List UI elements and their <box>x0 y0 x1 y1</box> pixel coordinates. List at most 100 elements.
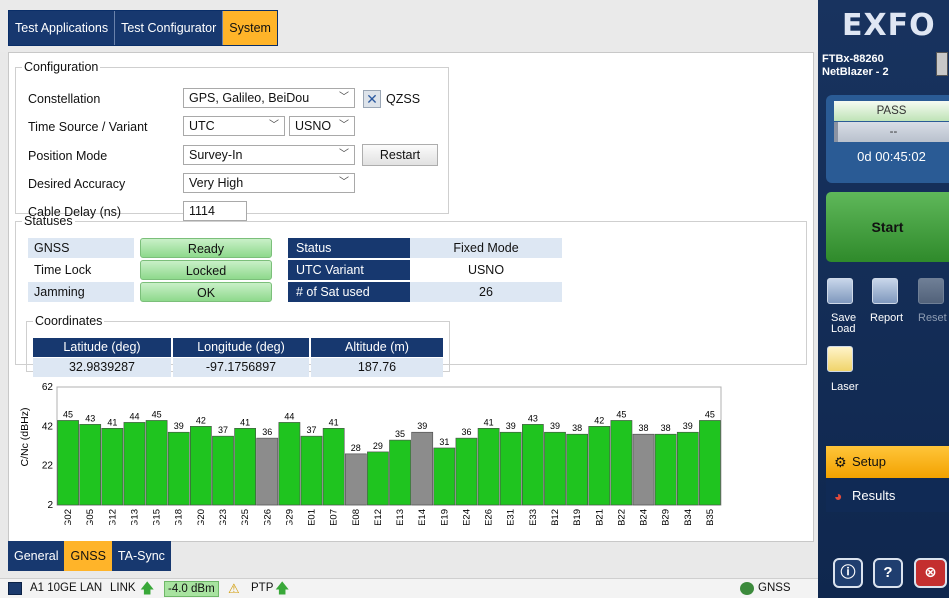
sat-used-label: # of Sat used <box>288 282 410 302</box>
x-tick-label: B12 <box>550 509 561 525</box>
tab-general[interactable]: General <box>8 541 64 571</box>
power-value: -4.0 dBm <box>164 581 219 597</box>
reset-label: Reset <box>918 312 947 324</box>
x-tick-label: E14 <box>417 509 428 525</box>
x-tick-label: G02 <box>63 509 74 525</box>
start-button[interactable]: Start <box>826 192 949 262</box>
satellite-bar <box>234 427 256 506</box>
bar-value-label: 43 <box>528 413 538 423</box>
tab-test-configurator[interactable]: Test Configurator <box>115 11 224 45</box>
bar-value-label: 41 <box>240 417 250 427</box>
restart-button[interactable]: Restart <box>362 144 438 166</box>
satellite-bar <box>477 427 500 506</box>
variant-value: USNO <box>295 119 332 133</box>
module-icon <box>936 52 948 76</box>
x-tick-label: B24 <box>639 509 650 525</box>
bar-value-label: 28 <box>351 443 361 453</box>
satellite-bar <box>544 431 566 506</box>
bottom-tab-bar: General GNSS TA-Sync <box>8 541 171 571</box>
satellite-bar <box>699 420 721 506</box>
test-status-box: PASS -- 0d 00:45:02 <box>826 95 949 183</box>
constellation-label: Constellation <box>28 92 101 106</box>
gnss-status-label: GNSS <box>28 238 134 258</box>
satellite-bar <box>632 433 655 506</box>
tab-test-applications[interactable]: Test Applications <box>9 11 116 45</box>
x-tick-label: E07 <box>329 509 340 525</box>
qzss-label: QZSS <box>386 92 421 106</box>
variant-select[interactable]: USNO ﹀ <box>289 116 355 136</box>
satellite-bar <box>389 439 411 506</box>
sat-used-value: 26 <box>410 282 562 302</box>
help-icon: ? <box>883 564 893 581</box>
bar-value-label: 39 <box>417 421 427 431</box>
bar-value-label: 38 <box>639 423 649 433</box>
bar-value-label: 38 <box>661 423 671 433</box>
constellation-select[interactable]: GPS, Galileo, BeiDou ﹀ <box>183 88 355 108</box>
bar-value-label: 37 <box>307 425 317 435</box>
bar-value-label: 41 <box>107 417 117 427</box>
position-mode-select[interactable]: Survey-In ﹀ <box>183 145 355 165</box>
time-source-label: Time Source / Variant <box>28 120 148 134</box>
exit-button[interactable]: ⊗ <box>914 558 947 588</box>
load-label: Load <box>831 323 856 335</box>
desired-accuracy-value: Very High <box>189 176 244 190</box>
y-tick-label: 2 <box>47 500 53 511</box>
bar-value-label: 44 <box>284 411 294 421</box>
position-mode-label: Position Mode <box>28 149 108 163</box>
tab-system[interactable]: System <box>223 11 277 45</box>
utc-variant-label: UTC Variant <box>288 260 410 280</box>
report-icon[interactable] <box>872 278 898 304</box>
time-lock-value: Locked <box>140 260 272 280</box>
x-tick-label: B34 <box>683 509 694 525</box>
satellite-bar <box>433 447 456 506</box>
laser-icon[interactable] <box>827 346 853 372</box>
top-bar: Test Applications Test Configurator Syst… <box>0 0 818 52</box>
satellite-bar <box>588 426 611 506</box>
time-lock-label: Time Lock <box>34 263 92 277</box>
setup-label: Setup <box>852 454 886 469</box>
info-icon: ⓘ <box>840 564 856 581</box>
results-button[interactable]: ◕ Results <box>826 480 949 512</box>
ptp-label: PTP <box>251 582 274 594</box>
x-tick-label: G12 <box>107 509 118 525</box>
arrow-up-icon: 🡅 <box>140 580 155 596</box>
time-source-select[interactable]: UTC ﹀ <box>183 116 285 136</box>
qzss-checkbox[interactable]: ✕ <box>363 90 381 108</box>
signal-strength-chart: C/Nc (dBHz) 2224262 45G0243G0541G1244G13… <box>19 382 722 525</box>
time-source-value: UTC <box>189 119 215 133</box>
satellite-bar <box>190 426 212 506</box>
save-load-icon[interactable] <box>827 278 853 304</box>
y-tick-label: 22 <box>42 461 54 472</box>
tab-gnss[interactable]: GNSS <box>64 541 112 571</box>
verdict-bar: -- <box>834 122 949 142</box>
x-tick-label: G29 <box>284 509 295 525</box>
model-info: FTBx-88260 NetBlazer - 2 <box>822 53 889 79</box>
x-tick-label: B29 <box>661 509 672 525</box>
x-tick-label: E08 <box>351 509 362 525</box>
x-tick-label: E26 <box>484 509 495 525</box>
tab-ta-sync[interactable]: TA-Sync <box>112 541 171 571</box>
report-label: Report <box>870 312 904 324</box>
satellite-bar <box>57 420 79 506</box>
setup-button[interactable]: ⚙ Setup <box>826 446 949 478</box>
status-bar: A1 10GE LAN LINK 🡅 -4.0 dBm ⚠ PTP 🡅 GNSS <box>0 578 818 598</box>
info-button[interactable]: ⓘ <box>833 558 863 588</box>
y-tick-label: 62 <box>42 382 54 393</box>
bar-value-label: 45 <box>63 409 73 419</box>
coordinates-legend: Coordinates <box>35 314 103 328</box>
desired-accuracy-label: Desired Accuracy <box>28 177 126 191</box>
exfo-logo: EXFO <box>842 8 936 43</box>
main-area: Test Applications Test Configurator Syst… <box>0 0 818 598</box>
desired-accuracy-select[interactable]: Very High ﹀ <box>183 173 355 193</box>
link-label: LINK <box>110 582 136 594</box>
bar-value-label: 36 <box>262 427 272 437</box>
satellite-bar <box>610 420 633 506</box>
help-button[interactable]: ? <box>873 558 903 588</box>
statuses-legend: Statuses <box>24 214 73 228</box>
latitude-header: Latitude (deg) <box>33 338 171 357</box>
reset-icon[interactable] <box>918 278 944 304</box>
model-line-2: NetBlazer - 2 <box>822 66 889 78</box>
x-tick-label: E19 <box>439 509 450 525</box>
satellite-bar <box>101 427 124 506</box>
satellite-bar <box>322 427 345 506</box>
